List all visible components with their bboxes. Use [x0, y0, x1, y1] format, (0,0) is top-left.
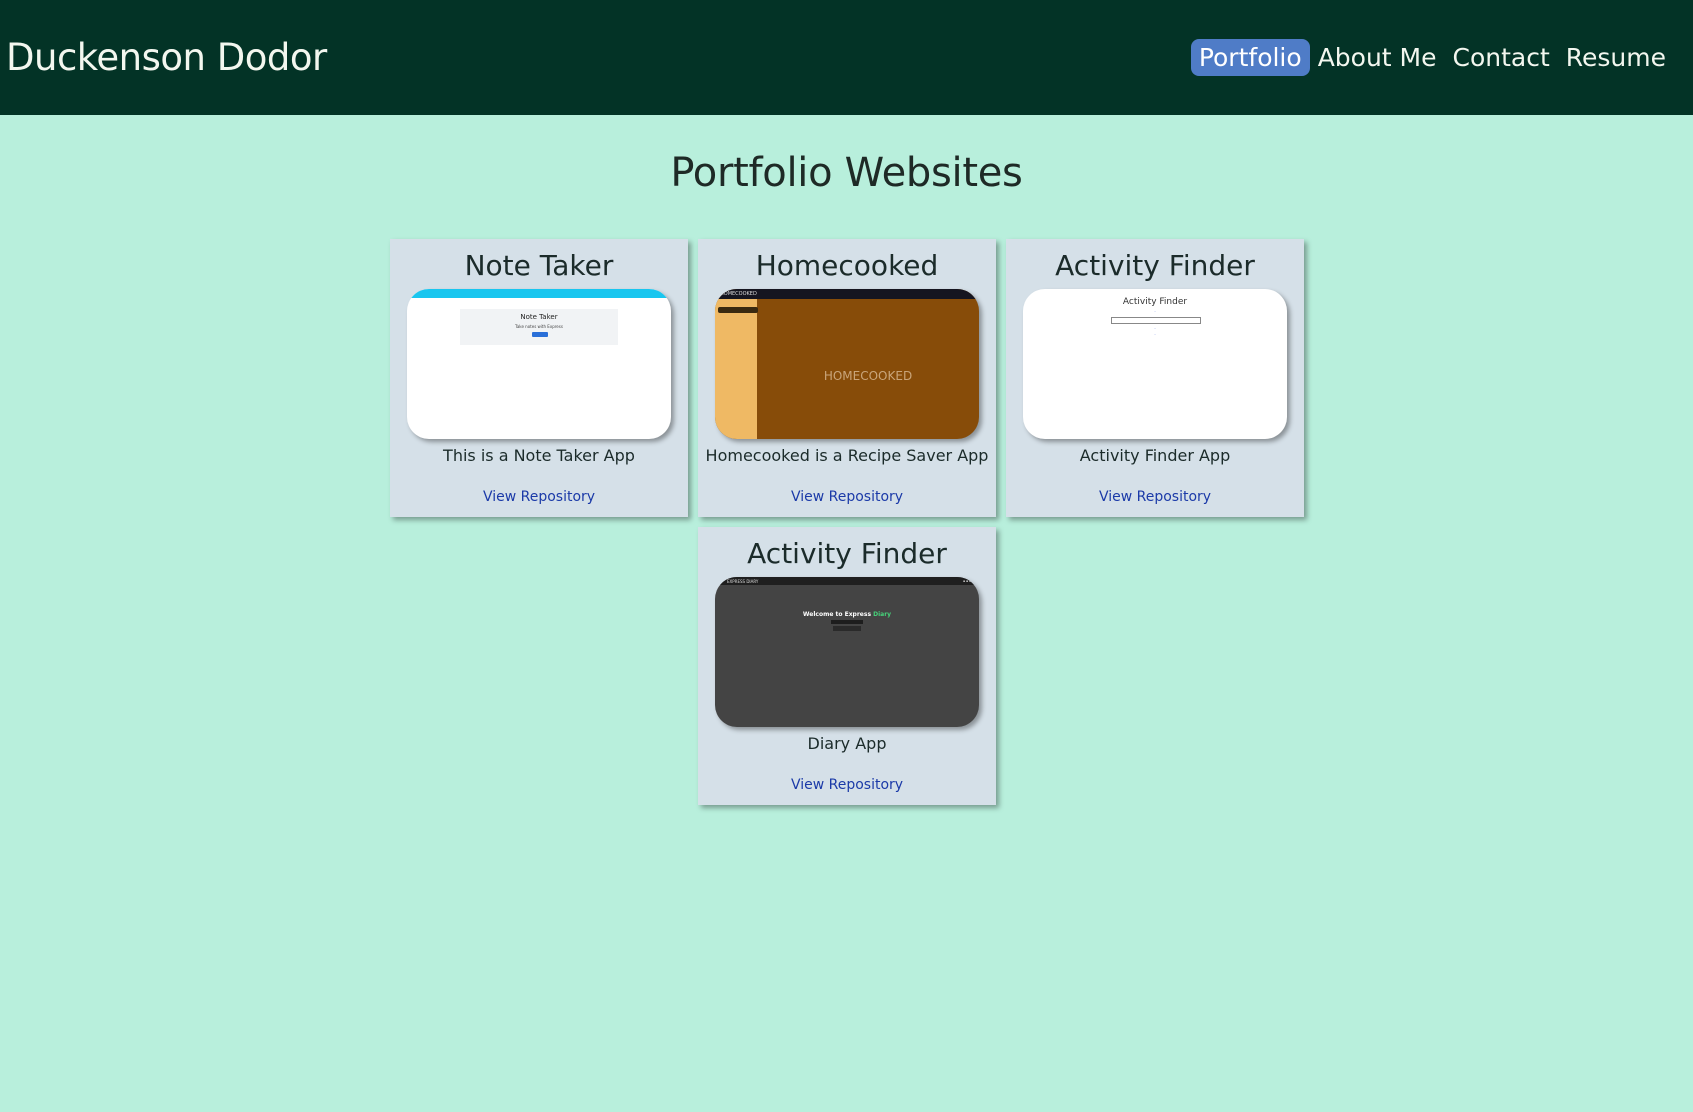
nav-link-portfolio[interactable]: Portfolio	[1190, 39, 1310, 76]
project-screenshot: EXPRESS DIARY ▪ ▪ ▪ Welcome to Express D…	[715, 577, 979, 727]
thumbnail-logo: EXPRESS DIARY	[727, 579, 759, 584]
card-description: Homecooked is a Recipe Saver App	[705, 446, 989, 465]
project-card-diary: Activity Finder EXPRESS DIARY ▪ ▪ ▪ Welc…	[698, 527, 996, 805]
project-card-homecooked: Homecooked HOMECOOKED HOMECOOKED Homecoo…	[698, 239, 996, 517]
thumbnail-text-line: ·	[1154, 332, 1156, 337]
card-title: Homecooked	[755, 249, 939, 282]
thumbnail-text-line: ·	[1154, 326, 1156, 331]
thumbnail-sidebar	[715, 299, 757, 439]
card-description: This is a Note Taker App	[443, 446, 635, 465]
project-screenshot: Note Taker Take notes with Express	[407, 289, 671, 439]
card-description: Diary App	[807, 734, 887, 753]
project-screenshot: HOMECOOKED HOMECOOKED	[715, 289, 979, 439]
thumbnail-input	[831, 620, 863, 624]
project-card-activity-finder: Activity Finder Activity Finder · · · Ac…	[1006, 239, 1304, 517]
site-brand[interactable]: Duckenson Dodor	[6, 36, 327, 79]
thumbnail-header-text: HOMECOOKED	[720, 291, 757, 297]
thumbnail-title: Note Taker	[520, 313, 558, 321]
thumbnail-text-line: ·	[1154, 309, 1156, 314]
view-repository-link[interactable]: View Repository	[698, 489, 996, 505]
view-repository-link[interactable]: View Repository	[1006, 489, 1304, 505]
thumbnail-header-bar	[407, 289, 671, 298]
nav-link-resume[interactable]: Resume	[1558, 39, 1674, 76]
thumbnail-button	[833, 626, 861, 631]
nav-link-about-me[interactable]: About Me	[1310, 39, 1445, 76]
view-repository-link[interactable]: View Repository	[390, 489, 688, 505]
thumbnail-welcome: Welcome to Express Diary	[802, 611, 892, 618]
thumbnail-brand-text: HOMECOOKED	[823, 369, 913, 383]
page-title: Portfolio Websites	[670, 150, 1023, 196]
thumbnail-header-bar: EXPRESS DIARY ▪ ▪ ▪	[715, 577, 979, 585]
top-navbar: Duckenson Dodor Portfolio About Me Conta…	[0, 0, 1693, 115]
project-card-note-taker: Note Taker Note Taker Take notes with Ex…	[390, 239, 688, 517]
view-repository-link[interactable]: View Repository	[698, 777, 996, 793]
thumbnail-header-bar: HOMECOOKED	[715, 289, 979, 299]
nav-links: Portfolio About Me Contact Resume	[1190, 39, 1674, 76]
thumbnail-button	[718, 307, 758, 313]
thumbnail-title: Activity Finder	[1122, 297, 1188, 307]
thumbnail-subtitle: Take notes with Express	[515, 324, 563, 329]
project-screenshot: Activity Finder · · ·	[1023, 289, 1287, 439]
thumbnail-button	[532, 332, 548, 337]
thumbnail-nav: ▪ ▪ ▪	[962, 579, 971, 583]
thumbnail-search-row	[1111, 317, 1201, 324]
nav-link-contact[interactable]: Contact	[1445, 39, 1558, 76]
card-description: Activity Finder App	[1079, 446, 1231, 465]
card-title: Note Taker	[464, 249, 614, 282]
card-title: Activity Finder	[1055, 249, 1255, 282]
card-title: Activity Finder	[747, 537, 947, 570]
